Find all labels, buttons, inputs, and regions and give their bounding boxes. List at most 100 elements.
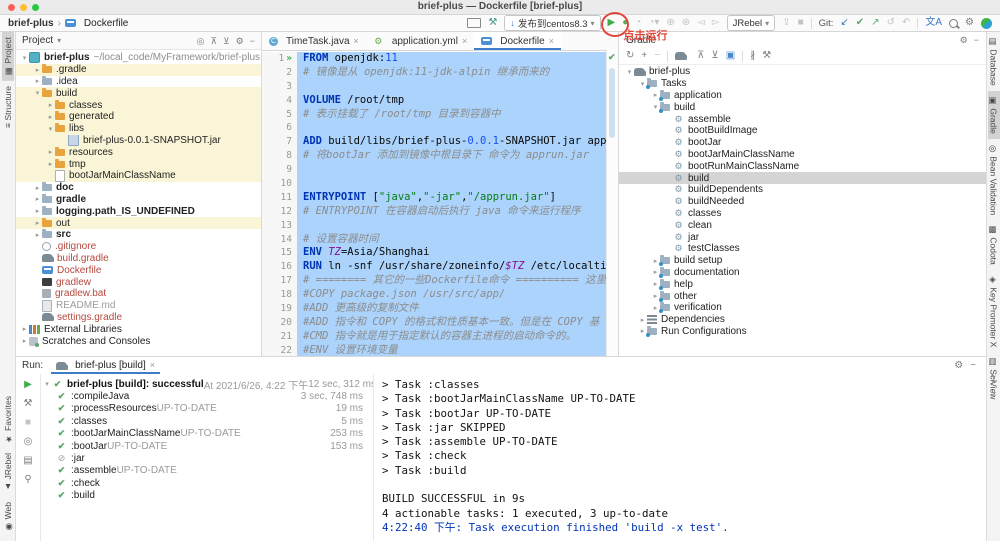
collapse-all-icon[interactable]: ⊻: [223, 35, 230, 47]
project-tree-row[interactable]: ▸out: [16, 217, 261, 229]
project-tree-row[interactable]: ▸src: [16, 229, 261, 241]
git-update-icon[interactable]: ↙: [840, 17, 848, 29]
console-icon[interactable]: ▤: [23, 455, 32, 467]
git-push-icon[interactable]: ↗: [871, 17, 879, 29]
close-icon[interactable]: [462, 36, 467, 47]
git-history-icon[interactable]: ↺: [887, 17, 895, 29]
settings-gear-icon[interactable]: ⚙: [954, 360, 963, 372]
hide-panel-icon[interactable]: −: [250, 35, 255, 47]
close-icon[interactable]: [549, 36, 554, 47]
gradle-task-row[interactable]: ▸other: [619, 290, 986, 302]
build-result-row[interactable]: ✔:build: [40, 490, 373, 502]
build-result-row[interactable]: ✔:bootJar UP-TO-DATE153 ms: [40, 440, 373, 452]
gradle-task-row[interactable]: ▸Dependencies: [619, 314, 986, 326]
chevron-right-icon[interactable]: ▸: [33, 77, 42, 85]
build-hammer-icon[interactable]: ⚒: [488, 17, 497, 29]
build-settings-icon[interactable]: ⚒: [24, 398, 33, 410]
editor-scrollbar[interactable]: ✔: [606, 50, 618, 356]
chevron-down-icon[interactable]: ▾: [46, 125, 55, 133]
project-tree-row[interactable]: gradlew.bat: [16, 288, 261, 300]
translate-icon[interactable]: 文A: [925, 17, 942, 29]
project-tree-row[interactable]: ▾libs: [16, 123, 261, 135]
stop-icon[interactable]: ■: [25, 417, 31, 429]
gradle-task-row[interactable]: ⚙bootJarMainClassName: [619, 149, 986, 161]
tool-button-gradle[interactable]: ▣ Gradle: [988, 91, 1000, 139]
chevron-right-icon[interactable]: ▸: [46, 101, 55, 109]
project-panel-title[interactable]: Project: [22, 35, 53, 46]
project-tree-row[interactable]: ▸Scratches and Consoles: [16, 335, 261, 347]
project-tree-row[interactable]: bootJarMainClassName: [16, 170, 261, 182]
chevron-right-icon[interactable]: ▸: [33, 207, 42, 215]
project-tree-row[interactable]: ▸logging.path_IS_UNDEFINED: [16, 205, 261, 217]
attach-profiler-icon[interactable]: ⊕: [666, 17, 674, 29]
run-config-dropdown[interactable]: ↓发布到centos8.3: [504, 15, 600, 31]
project-tree-row[interactable]: settings.gradle: [16, 312, 261, 324]
chevron-right-icon[interactable]: ▸: [20, 325, 29, 333]
gradle-task-row[interactable]: ⚙bootRunMainClassName: [619, 160, 986, 172]
project-tree-row[interactable]: ▸gradle: [16, 194, 261, 206]
chevron-right-icon[interactable]: ▸: [33, 66, 42, 74]
filter-icon[interactable]: ◎: [24, 436, 33, 448]
collapse-all-icon[interactable]: ⊻: [711, 50, 718, 62]
build-settings-icon[interactable]: ⚒: [762, 50, 771, 62]
attach-project-icon[interactable]: +: [641, 50, 647, 62]
gradle-task-row[interactable]: ⚙testClasses: [619, 243, 986, 255]
build-result-row[interactable]: ⊘:jar: [40, 452, 373, 464]
gradle-task-row[interactable]: ⚙assemble: [619, 113, 986, 125]
tool-button-favorites[interactable]: ★ Favorites: [2, 391, 14, 448]
gradle-task-row[interactable]: ▸documentation: [619, 267, 986, 279]
chevron-right-icon[interactable]: ▸: [33, 219, 42, 227]
close-icon[interactable]: [150, 360, 155, 371]
project-tree-row[interactable]: Dockerfile: [16, 264, 261, 276]
stop-icon[interactable]: ■: [798, 17, 804, 29]
tool-button-key-promoter-x[interactable]: ◈ Key Promoter X: [988, 270, 1000, 352]
code-editor[interactable]: 1»FROM openjdk:112# 镜像是从 openjdk:11-jdk-…: [262, 50, 618, 356]
project-tree-row[interactable]: ▸External Libraries: [16, 323, 261, 335]
hide-panel-icon[interactable]: −: [974, 34, 979, 46]
gradle-task-row[interactable]: ▸verification: [619, 302, 986, 314]
project-tree-row[interactable]: README.md: [16, 300, 261, 312]
gradle-task-row[interactable]: ▾build: [619, 101, 986, 113]
chevron-down-icon[interactable]: [57, 35, 61, 46]
build-result-row[interactable]: ✔:check: [40, 477, 373, 489]
update-app-icon[interactable]: ⇪: [782, 17, 790, 29]
scrollbar-thumb[interactable]: [609, 68, 615, 138]
project-tree-row[interactable]: ▸.gradle: [16, 64, 261, 76]
close-icon[interactable]: [354, 36, 359, 47]
build-result-row[interactable]: ✔:bootJarMainClassName UP-TO-DATE253 ms: [40, 428, 373, 440]
editor-tab-dockerfile[interactable]: Dockerfile: [474, 32, 561, 50]
gradle-task-row[interactable]: ⚙buildNeeded: [619, 196, 986, 208]
attach-debugger-icon[interactable]: ⊛: [682, 17, 690, 29]
gradle-task-row[interactable]: ⚙jar: [619, 231, 986, 243]
project-tree-row[interactable]: build.gradle: [16, 253, 261, 265]
gradle-task-row[interactable]: ⚙bootBuildImage: [619, 125, 986, 137]
jrebel-debug-icon[interactable]: ▻: [712, 17, 720, 29]
build-result-row[interactable]: ✔:assemble UP-TO-DATE: [40, 465, 373, 477]
tool-button-codota[interactable]: ▩ Codota: [988, 220, 1000, 270]
chevron-right-icon[interactable]: ▸: [33, 195, 42, 203]
gradle-task-row[interactable]: ⚙buildDependents: [619, 184, 986, 196]
gradle-task-row[interactable]: ⚙clean: [619, 219, 986, 231]
project-tree-row[interactable]: ▸generated: [16, 111, 261, 123]
gradle-task-row[interactable]: ⚙classes: [619, 208, 986, 220]
project-tree-row[interactable]: ▸classes: [16, 99, 261, 111]
group-tasks-icon[interactable]: ▣: [726, 50, 735, 62]
project-tree-row[interactable]: ▸tmp: [16, 158, 261, 170]
tool-button-bean-validation[interactable]: ◎ Bean Validation: [988, 139, 1000, 220]
rerun-icon[interactable]: ▶: [24, 379, 32, 391]
chevron-right-icon[interactable]: ▸: [638, 316, 647, 324]
breadcrumb-project[interactable]: brief-plus: [8, 18, 54, 29]
gradle-task-row[interactable]: ▸Run Configurations: [619, 326, 986, 338]
chevron-down-icon[interactable]: ▾: [20, 54, 29, 62]
git-rollback-icon[interactable]: ↶: [902, 17, 910, 29]
gradle-task-row[interactable]: ▸help: [619, 278, 986, 290]
gradle-task-row[interactable]: ▾brief-plus: [619, 66, 986, 78]
pin-icon[interactable]: ⚲: [24, 474, 31, 486]
jrebel-run-icon[interactable]: ◅: [697, 17, 705, 29]
build-console-output[interactable]: > Task :classes> Task :bootJarMainClassN…: [373, 374, 986, 541]
tool-button-database[interactable]: ▤ Database: [988, 32, 1000, 91]
project-tree-row[interactable]: ▸resources: [16, 146, 261, 158]
expand-all-icon[interactable]: ⊼: [210, 35, 217, 47]
search-everywhere-icon[interactable]: [949, 19, 958, 28]
chevron-down-icon[interactable]: ▾: [42, 380, 52, 388]
